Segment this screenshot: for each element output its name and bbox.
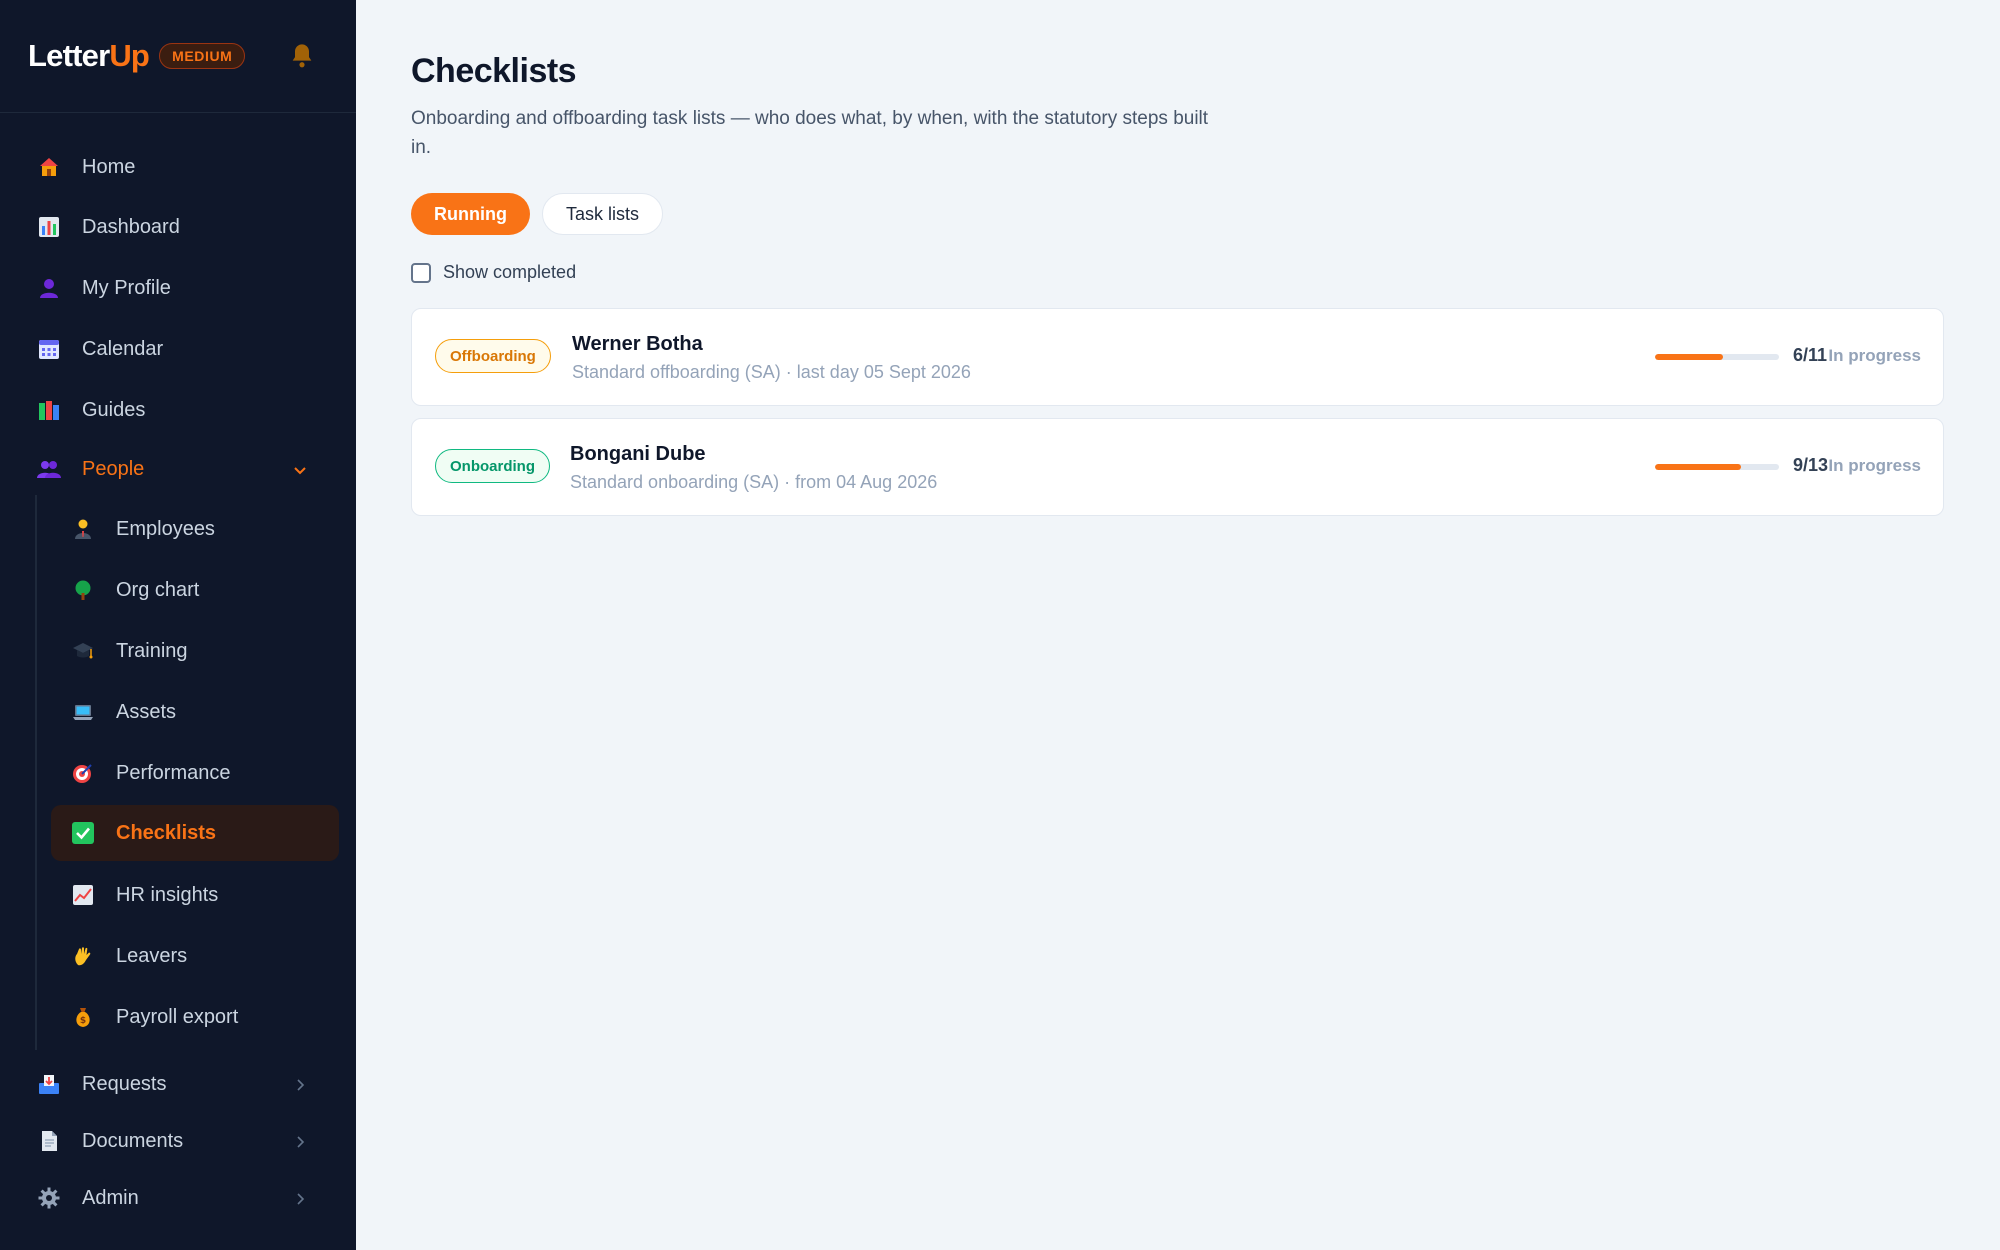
- sidebar-item-label: Employees: [116, 517, 215, 540]
- status-label: In progress: [1828, 346, 1921, 365]
- chevron-right-icon: [292, 1076, 308, 1092]
- sidebar-item-assets[interactable]: Assets: [70, 684, 336, 740]
- sidebar-item-people[interactable]: People: [36, 441, 336, 497]
- sidebar-item-guides[interactable]: Guides: [36, 382, 336, 438]
- sidebar: LetterUp MEDIUM Home Dashboard My Profil…: [0, 0, 356, 1250]
- sidebar-item-label: Leavers: [116, 944, 188, 967]
- calendar-icon: [36, 336, 62, 362]
- sidebar-item-my-profile[interactable]: My Profile: [36, 260, 336, 316]
- plan-tier-badge: MEDIUM: [159, 43, 246, 69]
- sidebar-item-label: HR insights: [116, 883, 219, 906]
- svg-text:$: $: [80, 1016, 86, 1026]
- page-description: Onboarding and offboarding task lists — …: [411, 108, 1209, 158]
- gear-icon: [36, 1185, 62, 1211]
- progress-count: 6/11: [1793, 345, 1828, 365]
- checklist-card[interactable]: Onboarding Bongani Dube Standard onboard…: [411, 418, 1944, 516]
- bell-icon[interactable]: [288, 42, 316, 70]
- view-tabs: Running Task lists: [411, 193, 663, 235]
- office-worker-icon: [70, 516, 96, 542]
- sidebar-item-admin[interactable]: Admin: [36, 1170, 336, 1226]
- sidebar-item-leavers[interactable]: Leavers: [70, 928, 336, 984]
- sidebar-item-employees[interactable]: Employees: [70, 501, 336, 557]
- page-document-icon: [36, 1128, 62, 1154]
- sidebar-item-documents[interactable]: Documents: [36, 1113, 336, 1169]
- check-mark-button-icon: [70, 820, 96, 846]
- sidebar-item-training[interactable]: Training: [70, 623, 336, 679]
- chevron-right-icon: [292, 1133, 308, 1149]
- checklist-card[interactable]: Offboarding Werner Botha Standard offboa…: [411, 308, 1944, 406]
- people-subtree-line: [35, 495, 37, 1050]
- sidebar-item-label: Payroll export: [116, 1005, 239, 1028]
- app-logo[interactable]: LetterUp: [28, 38, 150, 74]
- tree-icon: [70, 577, 96, 603]
- books-icon: [36, 397, 62, 423]
- tab-running[interactable]: Running: [411, 193, 530, 235]
- checklist-person-name: Werner Botha: [572, 333, 703, 355]
- sidebar-item-calendar[interactable]: Calendar: [36, 321, 336, 377]
- sidebar-item-label: Dashboard: [82, 215, 180, 238]
- sidebar-item-label: My Profile: [82, 276, 171, 299]
- sidebar-item-label: Requests: [82, 1072, 167, 1095]
- page-title: Checklists: [411, 52, 577, 90]
- show-completed-checkbox[interactable]: [411, 262, 431, 283]
- progress-bar: [1655, 464, 1779, 470]
- checklist-type-badge: Offboarding: [435, 339, 551, 373]
- show-completed-toggle[interactable]: Show completed: [411, 262, 576, 283]
- sidebar-item-payroll-export[interactable]: $ Payroll export: [70, 989, 336, 1045]
- people-group-icon: [36, 456, 62, 482]
- checklist-type-badge: Onboarding: [435, 449, 550, 483]
- graduation-cap-icon: [70, 638, 96, 664]
- laptop-icon: [70, 699, 96, 725]
- brand-header: LetterUp MEDIUM: [0, 0, 356, 113]
- sidebar-item-label: Assets: [116, 700, 177, 723]
- progress-bar: [1655, 354, 1779, 360]
- sidebar-item-label: Calendar: [82, 337, 164, 360]
- waving-hand-icon: [70, 943, 96, 969]
- chevron-down-icon: [292, 461, 308, 477]
- trend-chart-icon: [70, 882, 96, 908]
- sidebar-item-label: People: [82, 457, 145, 480]
- checklist-detail: Standard onboarding (SA) · from 04 Aug 2…: [570, 472, 938, 492]
- checklist-person-name: Bongani Dube: [570, 443, 706, 465]
- person-silhouette-icon: [36, 275, 62, 301]
- show-completed-label: Show completed: [443, 262, 577, 282]
- status-label: In progress: [1828, 456, 1921, 475]
- main-content: Checklists Onboarding and offboarding ta…: [356, 0, 2000, 1250]
- sidebar-item-label: Org chart: [116, 578, 200, 601]
- sidebar-item-label: Training: [116, 639, 188, 662]
- sidebar-item-performance[interactable]: Performance: [70, 745, 336, 801]
- house-icon: [36, 154, 62, 180]
- sidebar-item-label: Admin: [82, 1186, 139, 1209]
- bar-chart-icon: [36, 214, 62, 240]
- sidebar-item-org-chart[interactable]: Org chart: [70, 562, 336, 618]
- sidebar-item-requests[interactable]: Requests: [36, 1056, 336, 1112]
- money-bag-icon: $: [70, 1004, 96, 1030]
- sidebar-item-dashboard[interactable]: Dashboard: [36, 199, 336, 255]
- tab-task-lists[interactable]: Task lists: [541, 193, 663, 235]
- sidebar-item-label: Checklists: [116, 821, 217, 844]
- progress-bar-fill: [1655, 354, 1723, 360]
- sidebar-item-label: Documents: [82, 1129, 184, 1152]
- sidebar-item-label: Home: [82, 155, 136, 178]
- checklist-detail: Standard offboarding (SA) · last day 05 …: [572, 362, 971, 382]
- sidebar-item-label: Guides: [82, 398, 146, 421]
- inbox-tray-icon: [36, 1071, 62, 1097]
- progress-bar-fill: [1655, 464, 1741, 470]
- progress-count: 9/13: [1793, 455, 1829, 475]
- sidebar-item-label: Performance: [116, 761, 231, 784]
- sidebar-item-checklists[interactable]: Checklists: [51, 805, 339, 861]
- target-icon: [70, 760, 96, 786]
- sidebar-item-home[interactable]: Home: [36, 139, 336, 195]
- sidebar-item-hr-insights[interactable]: HR insights: [70, 867, 336, 923]
- chevron-right-icon: [292, 1190, 308, 1206]
